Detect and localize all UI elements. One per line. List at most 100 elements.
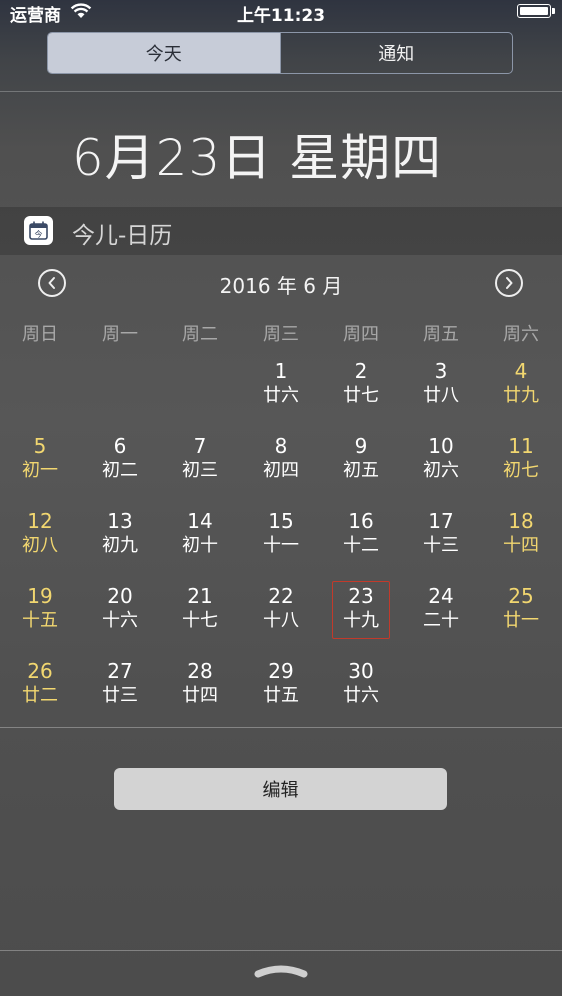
lunar-date: 初六 (423, 460, 459, 481)
lunar-date: 初八 (22, 535, 58, 556)
day-number: 8 (274, 434, 288, 458)
day-number: 4 (514, 359, 528, 383)
calendar-app-icon: 今 (24, 216, 53, 245)
day-number: 20 (107, 584, 133, 608)
day-number: 26 (27, 659, 53, 683)
lunar-date: 廿六 (263, 385, 299, 406)
next-month-button[interactable] (495, 269, 523, 297)
day-number: 28 (187, 659, 213, 683)
calendar-day[interactable]: 12 初八 (0, 502, 80, 577)
calendar-day[interactable]: 21 十七 (160, 577, 240, 652)
calendar-day[interactable]: 1 廿六 (241, 352, 321, 427)
calendar-day[interactable]: 7 初三 (160, 427, 240, 502)
lunar-date: 初一 (22, 460, 58, 481)
divider (0, 91, 562, 92)
calendar-day[interactable]: 22 十八 (241, 577, 321, 652)
calendar-grid: 1 廿六 2 廿七 3 廿八 4 廿九 5 初一 6 初二 7 初三 8 初四 9 初五 10 初六 11 初七 12 初八 1… (0, 352, 562, 727)
calendar-day[interactable]: 28 廿四 (160, 652, 240, 727)
day-number: 11 (508, 434, 534, 458)
day-number: 19 (27, 584, 53, 608)
lunar-date: 初二 (102, 460, 138, 481)
day-number: 13 (107, 509, 133, 533)
calendar-day[interactable]: 27 廿三 (80, 652, 160, 727)
lunar-date: 廿九 (503, 385, 539, 406)
day-number: 12 (27, 509, 53, 533)
weekday-label: 周二 (182, 324, 218, 345)
lunar-date: 十八 (263, 610, 299, 631)
calendar-day[interactable]: 5 初一 (0, 427, 80, 502)
day-number: 18 (508, 509, 534, 533)
status-bar: 运营商 上午11:23 (0, 0, 562, 26)
calendar-day[interactable]: 10 初六 (401, 427, 481, 502)
day-number: 17 (428, 509, 454, 533)
lunar-date: 十二 (343, 535, 379, 556)
weekday-label: 周三 (263, 324, 299, 345)
day-number: 22 (268, 584, 294, 608)
lunar-date: 十九 (343, 610, 379, 631)
lunar-date: 廿二 (22, 685, 58, 706)
lunar-date: 初四 (263, 460, 299, 481)
lunar-date: 十七 (182, 610, 218, 631)
calendar-day[interactable]: 15 十一 (241, 502, 321, 577)
calendar-day[interactable]: 24 二十 (401, 577, 481, 652)
divider (0, 950, 562, 951)
widget-title: 今儿-日历 (72, 223, 173, 249)
month-label: 2016 年 6 月 (219, 274, 343, 298)
day-number: 7 (193, 434, 207, 458)
battery-tip (552, 8, 555, 14)
calendar-day[interactable]: 2 廿七 (321, 352, 401, 427)
lunar-date: 廿三 (102, 685, 138, 706)
weekday-label: 周一 (102, 324, 138, 345)
calendar-day[interactable]: 16 十二 (321, 502, 401, 577)
lunar-date: 廿八 (423, 385, 459, 406)
calendar-day[interactable]: 29 廿五 (241, 652, 321, 727)
view-segmented-control: 今天 通知 (47, 32, 513, 74)
calendar-day[interactable]: 20 十六 (80, 577, 160, 652)
calendar-day[interactable]: 30 廿六 (321, 652, 401, 727)
app-icon-glyph: 今 (35, 229, 43, 239)
calendar-day[interactable]: 26 廿二 (0, 652, 80, 727)
lunar-date: 十四 (503, 535, 539, 556)
tab-notifications[interactable]: 通知 (281, 33, 513, 73)
calendar-day[interactable]: 19 十五 (0, 577, 80, 652)
battery-icon (517, 4, 551, 18)
calendar-day[interactable]: 6 初二 (80, 427, 160, 502)
calendar-day[interactable]: 4 廿九 (481, 352, 561, 427)
weekday-label: 周四 (343, 324, 379, 345)
lunar-date: 廿四 (182, 685, 218, 706)
divider (0, 727, 562, 728)
day-number: 3 (434, 359, 448, 383)
calendar-day[interactable]: 18 十四 (481, 502, 561, 577)
lunar-date: 十一 (263, 535, 299, 556)
calendar-day[interactable]: 23 十九 (321, 577, 401, 652)
calendar-day[interactable]: 17 十三 (401, 502, 481, 577)
day-number: 2 (354, 359, 368, 383)
day-number: 14 (187, 509, 213, 533)
day-number: 21 (187, 584, 213, 608)
chevron-right-icon (506, 277, 513, 289)
lunar-date: 十五 (22, 610, 58, 631)
calendar-day[interactable]: 25 廿一 (481, 577, 561, 652)
day-number: 29 (268, 659, 294, 683)
lunar-date: 初三 (182, 460, 218, 481)
date-heading: 6月23日 星期四 (71, 129, 443, 187)
lunar-date: 廿六 (343, 685, 379, 706)
edit-button[interactable]: 编辑 (114, 768, 447, 810)
calendar-day[interactable]: 9 初五 (321, 427, 401, 502)
day-number: 5 (33, 434, 47, 458)
calendar-day[interactable]: 14 初十 (160, 502, 240, 577)
calendar-day[interactable]: 8 初四 (241, 427, 321, 502)
day-number: 16 (348, 509, 374, 533)
day-number: 6 (113, 434, 127, 458)
day-number: 15 (268, 509, 294, 533)
calendar-day[interactable]: 11 初七 (481, 427, 561, 502)
lunar-date: 二十 (423, 610, 459, 631)
weekday-header: 周日 周一 周二 周三 周四 周五 周六 (0, 320, 562, 346)
lunar-date: 初五 (343, 460, 379, 481)
calendar-day[interactable]: 3 廿八 (401, 352, 481, 427)
grabber-icon[interactable] (254, 962, 308, 980)
lunar-date: 十六 (102, 610, 138, 631)
tab-today[interactable]: 今天 (48, 33, 281, 73)
calendar-day[interactable]: 13 初九 (80, 502, 160, 577)
day-number: 9 (354, 434, 368, 458)
